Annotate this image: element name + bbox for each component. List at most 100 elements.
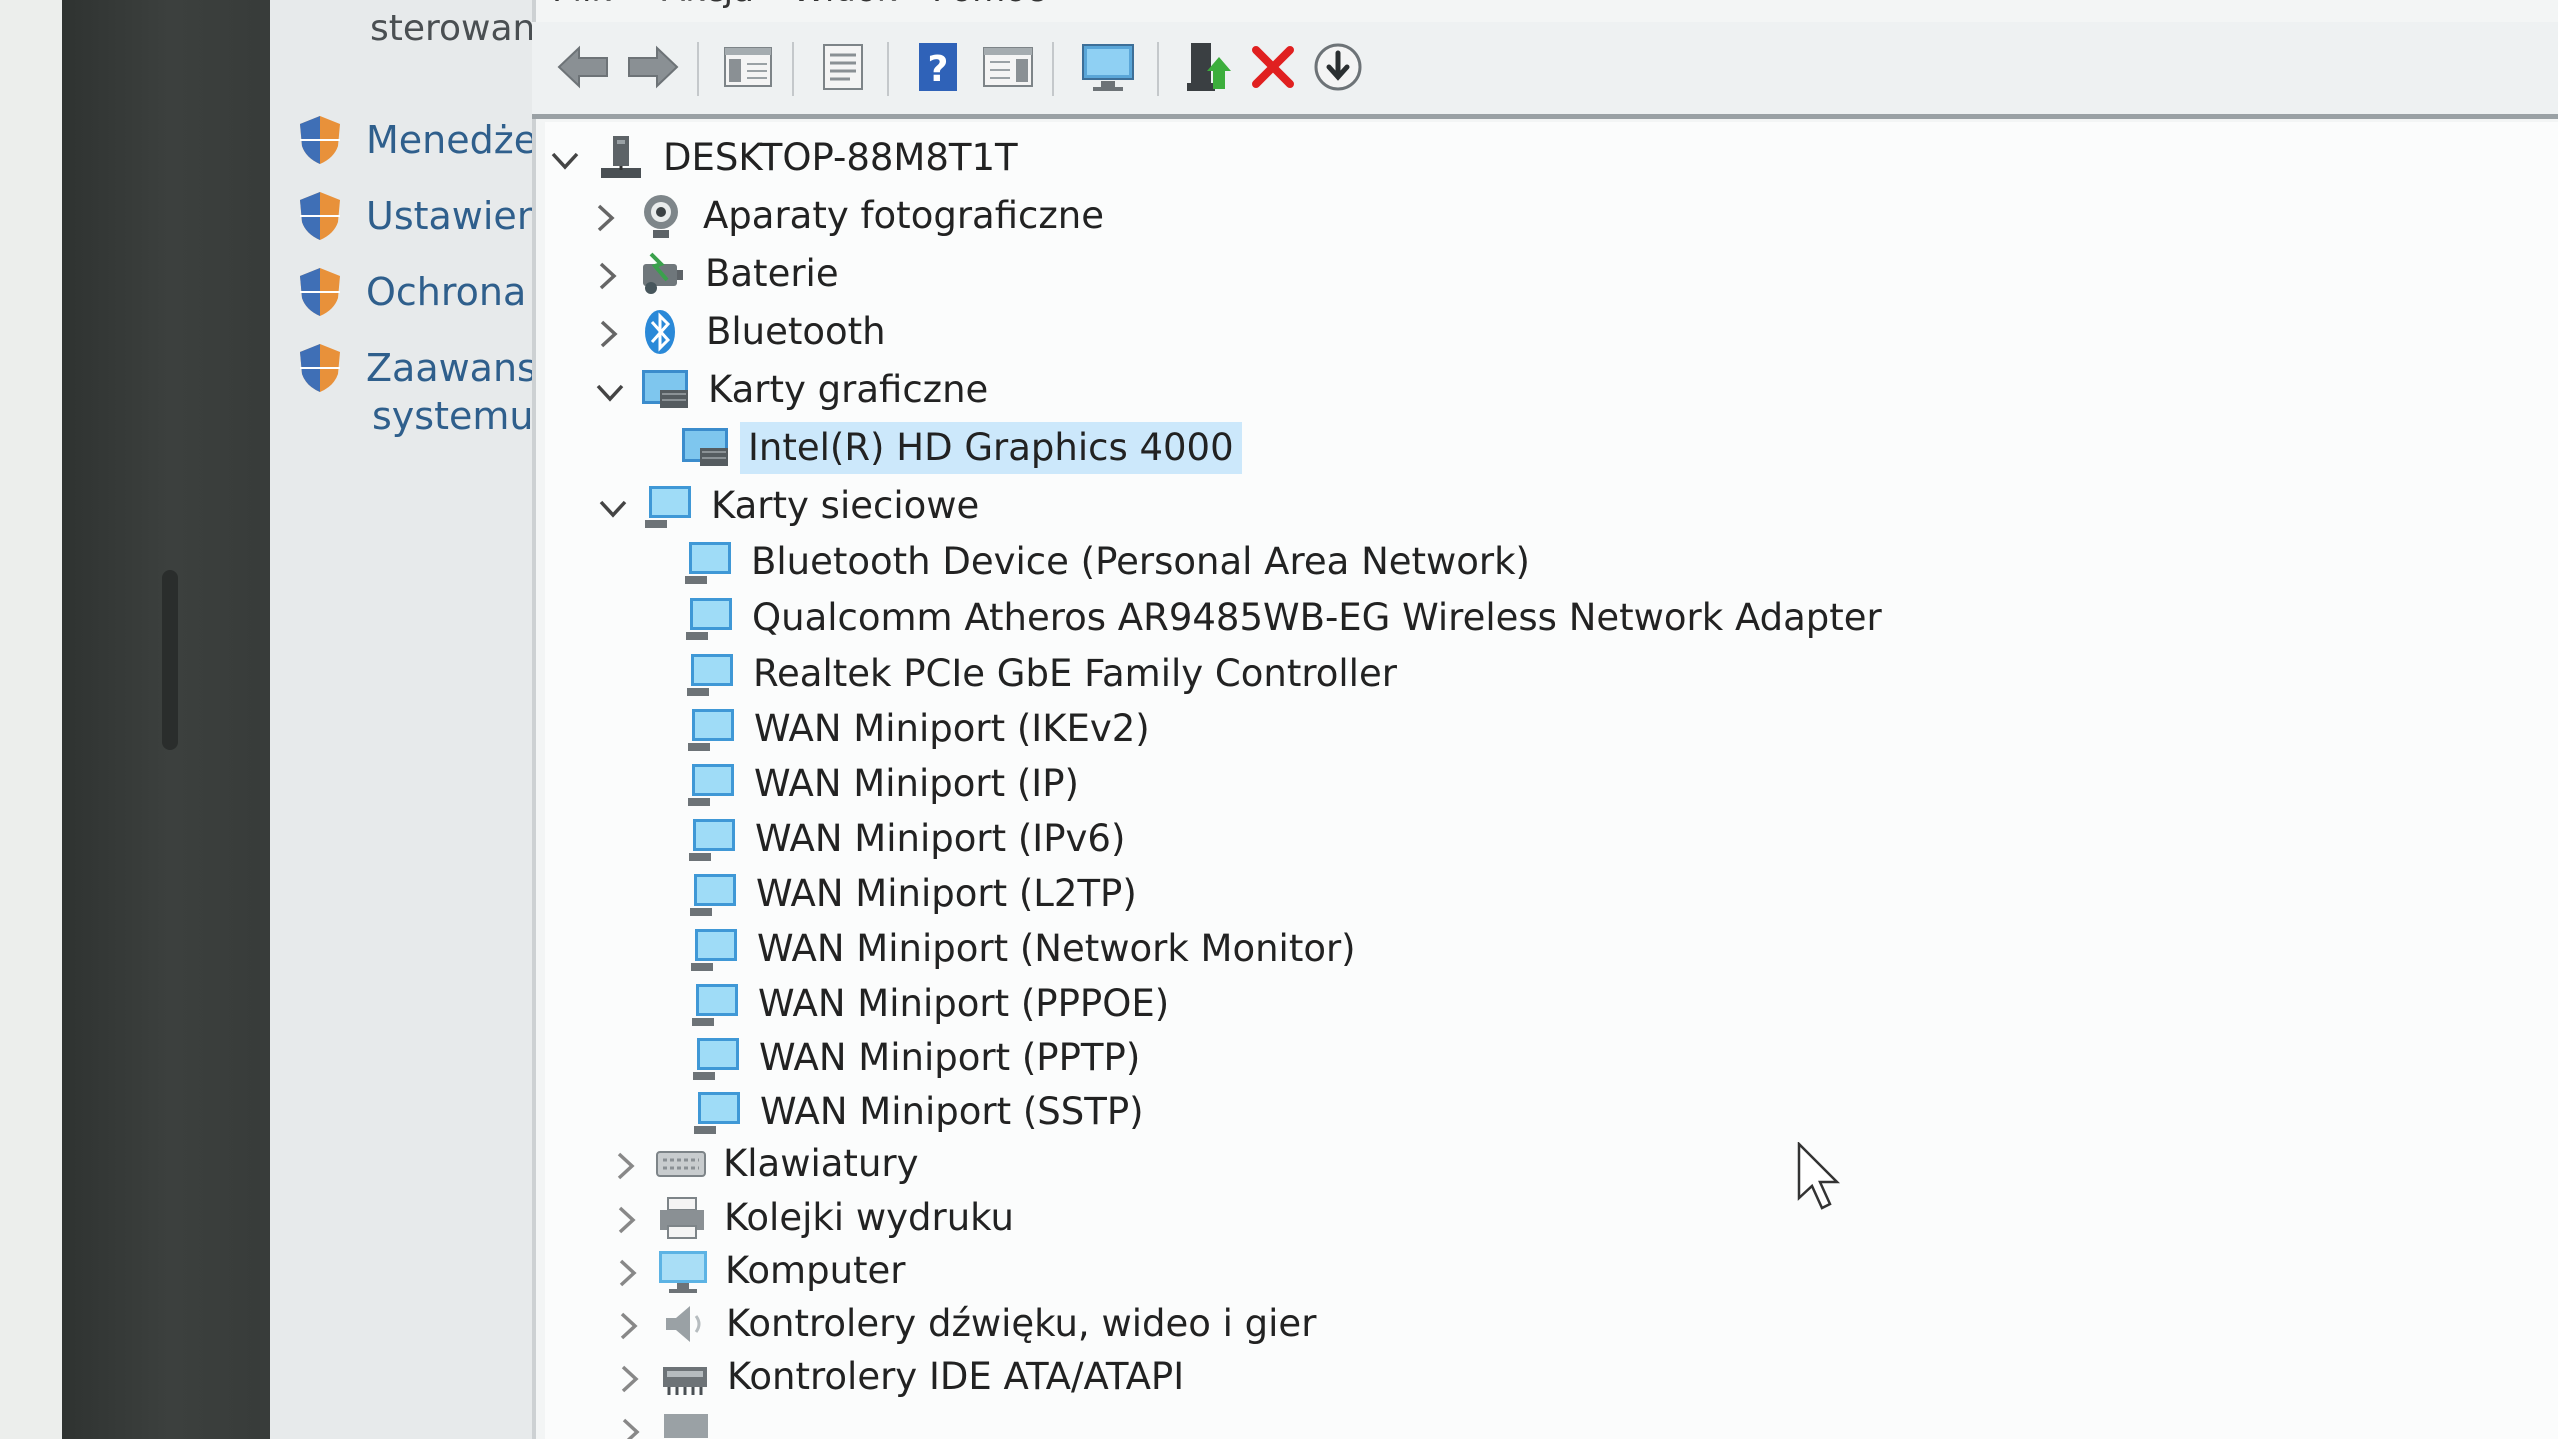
properties-icon xyxy=(823,44,863,90)
tree-device-label: WAN Miniport (PPTP) xyxy=(759,1036,1141,1079)
menu-bar: Plik Akcja Widok Pomoc xyxy=(532,0,2558,12)
shield-icon xyxy=(300,344,340,392)
console-tree-button[interactable] xyxy=(717,36,779,98)
network-adapter-icon xyxy=(687,654,733,696)
tree-category-label: Kontrolery dźwięku, wideo i gier xyxy=(726,1302,1317,1345)
display-adapter-icon xyxy=(642,370,688,408)
printer-icon xyxy=(660,1197,704,1239)
help-icon: ? xyxy=(919,43,957,91)
network-adapter-icon xyxy=(693,1038,739,1080)
chevron-right-icon xyxy=(618,1206,636,1234)
left-link-label: Zaawanso xyxy=(366,346,536,390)
menu-action[interactable]: Akcja xyxy=(662,0,754,10)
shield-icon xyxy=(300,192,340,240)
network-adapter-icon xyxy=(688,709,734,751)
left-pane-top-label: sterowan xyxy=(370,8,536,49)
show-hide-console-tree-icon xyxy=(724,47,772,87)
mouse-cursor-icon xyxy=(1797,1142,1841,1210)
shield-icon xyxy=(300,116,340,164)
display-adapter-icon xyxy=(682,428,728,466)
ide-controller-icon xyxy=(663,1367,707,1395)
chevron-right-icon xyxy=(600,320,618,348)
chevron-right-icon xyxy=(622,1418,640,1439)
chevron-right-icon xyxy=(619,1259,637,1287)
scan-hardware-button[interactable] xyxy=(1077,36,1139,98)
network-adapter-icon xyxy=(689,819,735,861)
chevron-right-icon xyxy=(621,1365,639,1393)
chevron-down-icon xyxy=(551,152,579,170)
update-driver-icon xyxy=(1187,43,1231,91)
toolbar-separator xyxy=(792,42,794,96)
disable-device-button[interactable] xyxy=(1307,36,1369,98)
network-adapter-icon xyxy=(694,1092,740,1134)
network-adapter-icon xyxy=(690,874,736,916)
uninstall-device-button[interactable] xyxy=(1242,36,1304,98)
tree-device-label: WAN Miniport (IKEv2) xyxy=(754,707,1150,750)
network-adapter-icon xyxy=(688,764,734,806)
menu-file[interactable]: Plik xyxy=(552,0,611,10)
tree-device-label: Realtek PCIe GbE Family Controller xyxy=(753,652,1397,695)
left-link-label: Ustawien xyxy=(366,194,536,238)
tree-device-label: WAN Miniport (Network Monitor) xyxy=(757,927,1356,970)
tree-device-label: WAN Miniport (IP) xyxy=(754,762,1079,805)
network-adapter-icon xyxy=(645,486,691,528)
left-link-label-line2: systemu xyxy=(372,394,534,438)
tree-category-label: Bluetooth xyxy=(706,310,886,353)
chevron-right-icon xyxy=(617,1152,635,1180)
help-button[interactable]: ? xyxy=(907,36,969,98)
webcam-icon xyxy=(644,195,678,238)
action-pane-icon xyxy=(983,47,1033,87)
battery-icon xyxy=(643,252,683,294)
network-adapter-icon xyxy=(685,542,731,584)
svg-text:?: ? xyxy=(928,49,949,90)
tree-root-label: DESKTOP-88M8T1T xyxy=(663,136,1018,179)
keyboard-icon xyxy=(656,1151,706,1177)
tree-device-label: WAN Miniport (SSTP) xyxy=(760,1090,1144,1133)
network-adapter-icon xyxy=(691,929,737,971)
forward-button[interactable] xyxy=(622,36,684,98)
shield-icon xyxy=(300,268,340,316)
update-driver-button[interactable] xyxy=(1177,36,1239,98)
tree-device-label: WAN Miniport (PPPOE) xyxy=(758,982,1170,1025)
tree-category-label: Baterie xyxy=(705,252,839,295)
disable-device-icon xyxy=(1314,43,1362,91)
tree-category-label: Komputer xyxy=(725,1249,906,1292)
left-link-label: Ochrona xyxy=(366,270,527,314)
tree-category-label: Aparaty fotograficzne xyxy=(703,194,1104,237)
forward-arrow-icon xyxy=(628,45,679,89)
chevron-down-icon xyxy=(596,384,624,402)
properties-button[interactable] xyxy=(812,36,874,98)
system-left-pane: sterowan Menedże Ustawien Ochrona Zaawan… xyxy=(270,0,536,1439)
scan-hardware-icon xyxy=(1082,44,1134,91)
bluetooth-icon xyxy=(645,310,675,354)
speaker-icon xyxy=(666,1306,701,1342)
left-link-label: Menedże xyxy=(366,118,536,162)
tree-device-label: Intel(R) HD Graphics 4000 xyxy=(740,422,1242,474)
tree-device-label: Qualcomm Atheros AR9485WB-EG Wireless Ne… xyxy=(752,596,1882,639)
network-adapter-icon xyxy=(686,598,732,640)
tree-category-label: Kolejki wydruku xyxy=(724,1196,1014,1239)
menu-help[interactable]: Pomoc xyxy=(932,0,1045,10)
toolbar-separator xyxy=(697,42,699,96)
monitor-icon xyxy=(659,1251,707,1293)
network-adapter-icon xyxy=(692,984,738,1026)
chevron-right-icon xyxy=(620,1312,638,1340)
action-pane-button[interactable] xyxy=(977,36,1039,98)
controller-icon xyxy=(664,1414,708,1438)
back-button[interactable] xyxy=(552,36,614,98)
chevron-right-icon xyxy=(599,262,617,290)
toolbar-separator xyxy=(1052,42,1054,96)
desk-background xyxy=(0,0,70,1439)
tree-category-label: Karty sieciowe xyxy=(711,484,980,527)
tree-category-label: Karty graficzne xyxy=(708,368,989,411)
bezel-slot xyxy=(162,570,178,750)
tree-device-label: WAN Miniport (L2TP) xyxy=(756,872,1137,915)
chevron-down-icon xyxy=(599,500,627,518)
screen: sterowan Menedże Ustawien Ochrona Zaawan… xyxy=(270,0,2558,1439)
menu-view[interactable]: Widok xyxy=(792,0,896,10)
back-arrow-icon xyxy=(557,45,608,89)
toolbar-separator xyxy=(887,42,889,96)
toolbar-separator xyxy=(1157,42,1159,96)
tree-device-label: WAN Miniport (IPv6) xyxy=(755,817,1126,860)
tree-category-label: Kontrolery IDE ATA/ATAPI xyxy=(727,1355,1185,1398)
